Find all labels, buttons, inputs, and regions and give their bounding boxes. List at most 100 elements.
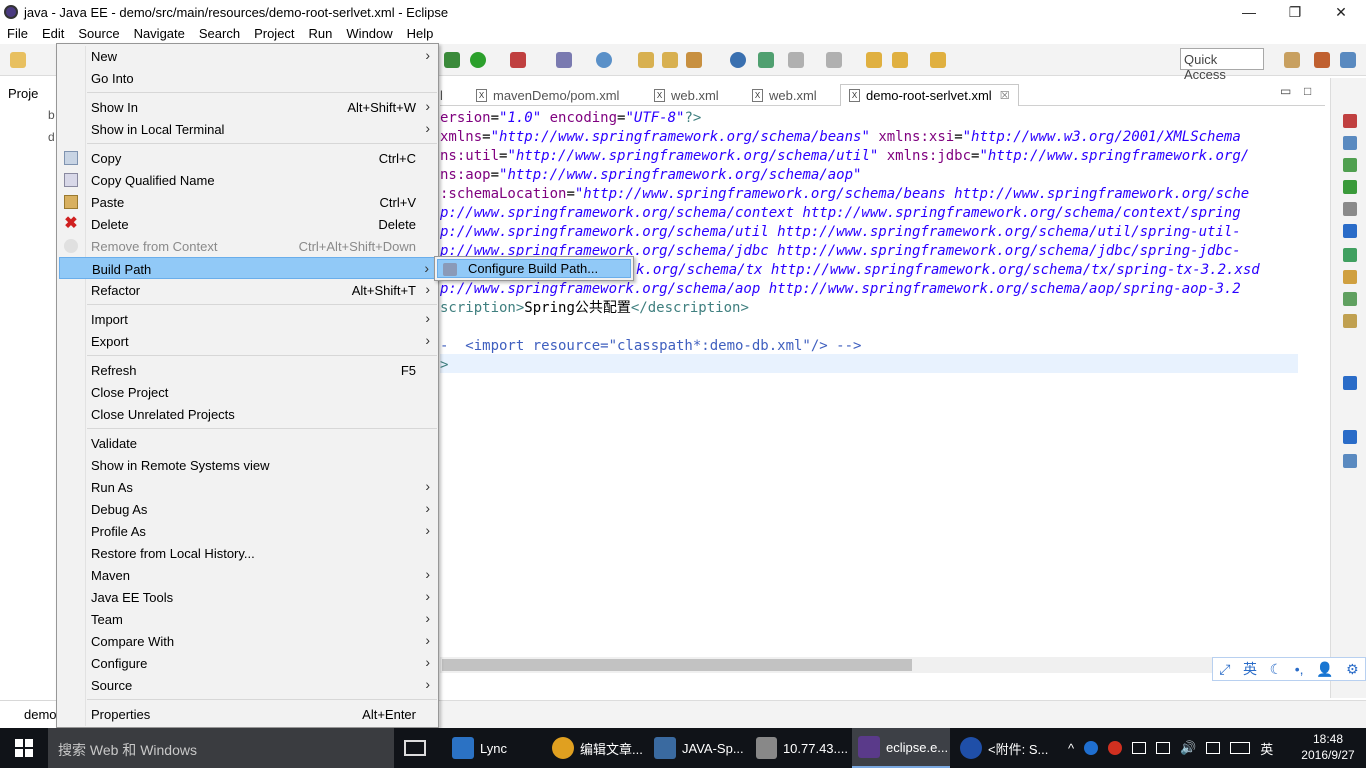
markers-icon[interactable] [1343, 314, 1357, 328]
menu-help[interactable]: Help [400, 24, 441, 44]
properties-icon[interactable] [1343, 202, 1357, 216]
servers-icon[interactable] [1343, 180, 1357, 194]
taskbar-app-chrome[interactable]: 编辑文章... [546, 728, 644, 768]
menu-file[interactable]: File [0, 24, 35, 44]
tray-overflow-icon[interactable]: ^ [1068, 741, 1074, 756]
server-icon[interactable] [556, 52, 572, 68]
editor-tab[interactable]: XmavenDemo/pom.xml [476, 84, 619, 106]
menu-item-restore-local-history[interactable]: Restore from Local History... [59, 542, 436, 564]
volume-icon[interactable]: 🔊 [1180, 740, 1196, 756]
taskbar-app-remote[interactable]: 10.77.43.... [750, 728, 848, 768]
moon-icon[interactable]: ☾ [1270, 661, 1283, 678]
menu-item-copy[interactable]: Copy Ctrl+C [59, 147, 436, 169]
menu-item-debug-as[interactable]: Debug As › [59, 498, 436, 520]
new-class-icon[interactable] [596, 52, 612, 68]
search-tool-icon[interactable] [686, 52, 702, 68]
data-source-icon[interactable] [1343, 248, 1357, 262]
editor-tab[interactable]: l [440, 84, 443, 106]
editor-horizontal-scrollbar[interactable] [440, 657, 1298, 673]
menu-edit[interactable]: Edit [35, 24, 71, 44]
quick-access-input[interactable]: Quick Access [1180, 48, 1264, 82]
forward-icon[interactable] [930, 52, 946, 68]
menu-navigate[interactable]: Navigate [127, 24, 192, 44]
menu-item-paste[interactable]: Paste Ctrl+V [59, 191, 436, 213]
tray-language[interactable]: 英 [1260, 739, 1273, 758]
monitor-icon[interactable] [1156, 742, 1171, 754]
menu-item-profile-as[interactable]: Profile As › [59, 520, 436, 542]
ime-language[interactable]: 英 [1243, 659, 1257, 679]
sync-icon[interactable] [758, 52, 774, 68]
menu-search[interactable]: Search [192, 24, 247, 44]
taskbar-app-eclipse[interactable]: eclipse.e... [852, 728, 950, 768]
menu-item-refresh[interactable]: Refresh F5 [59, 359, 436, 381]
snippets-icon[interactable] [1343, 270, 1357, 284]
menu-item-team[interactable]: Team › [59, 608, 436, 630]
java-perspective-icon[interactable] [1340, 52, 1356, 68]
editor-tab-active[interactable]: Xdemo-root-serlvet.xml ☒ [840, 84, 1019, 106]
problems-icon[interactable] [1343, 292, 1357, 306]
bottom-view-icon[interactable] [1343, 376, 1357, 390]
notifications-icon[interactable] [1206, 742, 1221, 754]
close-tab-icon[interactable]: ☒ [1000, 89, 1010, 102]
task-view-icon[interactable] [404, 740, 426, 756]
tree-item[interactable]: d [48, 130, 55, 144]
menu-item-properties[interactable]: Properties Alt+Enter [59, 703, 436, 725]
palette-icon[interactable] [1343, 158, 1357, 172]
menu-item-maven[interactable]: Maven › [59, 564, 436, 586]
annotation-next-icon[interactable] [788, 52, 804, 68]
menu-item-export[interactable]: Export › [59, 330, 436, 352]
menu-item-delete[interactable]: ✖ Delete Delete [59, 213, 436, 235]
menu-item-show-in-local-terminal[interactable]: Show in Local Terminal › [59, 118, 436, 140]
menu-item-go-into[interactable]: Go Into [59, 67, 436, 89]
menu-item-import[interactable]: Import › [59, 308, 436, 330]
last-edit-icon[interactable] [866, 52, 882, 68]
minimize-button[interactable]: — [1226, 0, 1272, 24]
tree-item[interactable]: b [48, 108, 55, 122]
taskbar-search-input[interactable]: 搜索 Web 和 Windows [48, 728, 394, 768]
xml-editor[interactable]: ersion="1.0" encoding="UTF-8"?> xmlns="h… [440, 107, 1298, 657]
back-icon[interactable] [892, 52, 908, 68]
editor-minimize-icon[interactable]: ▭ [1280, 84, 1291, 98]
menu-run[interactable]: Run [302, 24, 340, 44]
project-explorer-title[interactable]: Proje [8, 86, 38, 101]
menu-source[interactable]: Source [71, 24, 126, 44]
taskbar-app-outlook[interactable]: <附件: S... [954, 728, 1058, 768]
debug-icon[interactable] [444, 52, 460, 68]
editor-vertical-scrollbar[interactable] [1298, 107, 1312, 657]
menu-item-configure[interactable]: Configure › [59, 652, 436, 674]
editor-tab[interactable]: Xweb.xml [752, 84, 817, 106]
editor-tab[interactable]: Xweb.xml [654, 84, 719, 106]
menu-item-copy-qualified-name[interactable]: Copy Qualified Name [59, 169, 436, 191]
menu-item-build-path[interactable]: Build Path › [59, 257, 436, 279]
clock[interactable]: 18:48 2016/9/27 [1296, 731, 1360, 763]
user-icon[interactable]: 👤 [1316, 661, 1333, 678]
open-perspective-icon[interactable] [1284, 52, 1300, 68]
gear-icon[interactable]: ⚙ [1346, 661, 1359, 678]
new-icon[interactable] [10, 52, 26, 68]
globe-icon[interactable] [730, 52, 746, 68]
menu-item-java-ee-tools[interactable]: Java EE Tools › [59, 586, 436, 608]
bottom-panel-label[interactable]: demo [24, 707, 57, 722]
close-button[interactable]: ✕ [1318, 0, 1364, 24]
run-icon[interactable] [470, 52, 486, 68]
menu-item-validate[interactable]: Validate [59, 432, 436, 454]
menu-window[interactable]: Window [339, 24, 399, 44]
java-ee-perspective-icon[interactable] [1314, 52, 1330, 68]
maximize-button[interactable]: ❐ [1272, 0, 1318, 24]
editor-maximize-icon[interactable]: □ [1304, 84, 1311, 98]
menu-item-run-as[interactable]: Run As › [59, 476, 436, 498]
open-folder-icon[interactable] [662, 52, 678, 68]
open-type-icon[interactable] [638, 52, 654, 68]
structure-icon[interactable] [1343, 454, 1357, 468]
menu-item-refactor[interactable]: Refactor Alt+Shift+T › [59, 279, 436, 301]
menu-item-show-in[interactable]: Show In Alt+Shift+W › [59, 96, 436, 118]
outline-view-icon[interactable] [1343, 430, 1357, 444]
run-external-icon[interactable] [510, 52, 526, 68]
start-button[interactable] [0, 728, 48, 768]
outline-icon[interactable] [1343, 114, 1357, 128]
taskbar-app-lync[interactable]: Lync [444, 728, 540, 768]
network-icon[interactable] [1132, 742, 1147, 754]
menu-item-close-unrelated-projects[interactable]: Close Unrelated Projects [59, 403, 436, 425]
keyboard-icon[interactable] [1230, 742, 1251, 754]
tray-app-icon[interactable] [1084, 741, 1099, 755]
